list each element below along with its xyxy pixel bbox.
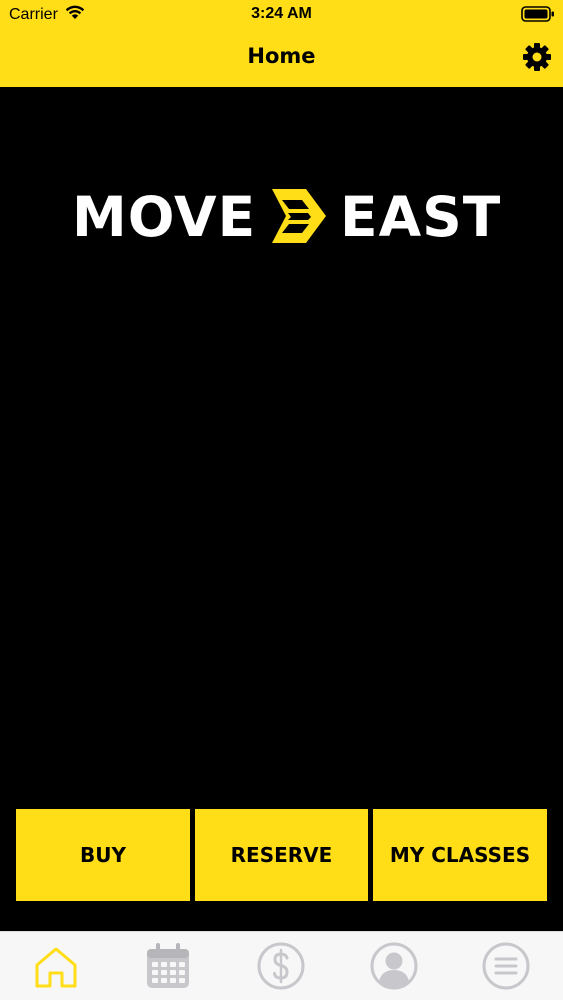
brand-logo: MOVE EAST	[72, 185, 500, 249]
logo-word-move: MOVE	[72, 185, 257, 249]
calendar-icon	[147, 943, 189, 988]
status-bar: Carrier 3:24 AM	[0, 0, 563, 30]
page-title: Home	[247, 44, 316, 68]
logo-word-east: EAST	[340, 185, 502, 249]
home-icon	[35, 947, 77, 988]
clock: 3:24 AM	[251, 5, 312, 22]
tab-more[interactable]	[480, 940, 532, 992]
user-icon	[370, 942, 418, 990]
tab-profile[interactable]	[368, 940, 420, 992]
dollar-icon	[257, 942, 305, 990]
main-content: MOVE EAST BUY RESERVE MY CLASSES	[0, 87, 563, 931]
gear-icon	[523, 43, 551, 71]
tab-bar	[0, 931, 563, 1000]
tab-pricing[interactable]	[255, 940, 307, 992]
chevron-arrows-icon	[266, 187, 328, 245]
tab-schedule[interactable]	[142, 940, 194, 992]
tab-home[interactable]	[30, 940, 82, 992]
menu-icon	[482, 942, 530, 990]
settings-button[interactable]	[522, 42, 552, 72]
battery-icon	[521, 6, 555, 27]
navigation-bar: Home	[0, 30, 563, 87]
buy-button[interactable]: BUY	[16, 809, 190, 901]
reserve-button[interactable]: RESERVE	[195, 809, 368, 901]
my-classes-button[interactable]: MY CLASSES	[373, 809, 547, 901]
